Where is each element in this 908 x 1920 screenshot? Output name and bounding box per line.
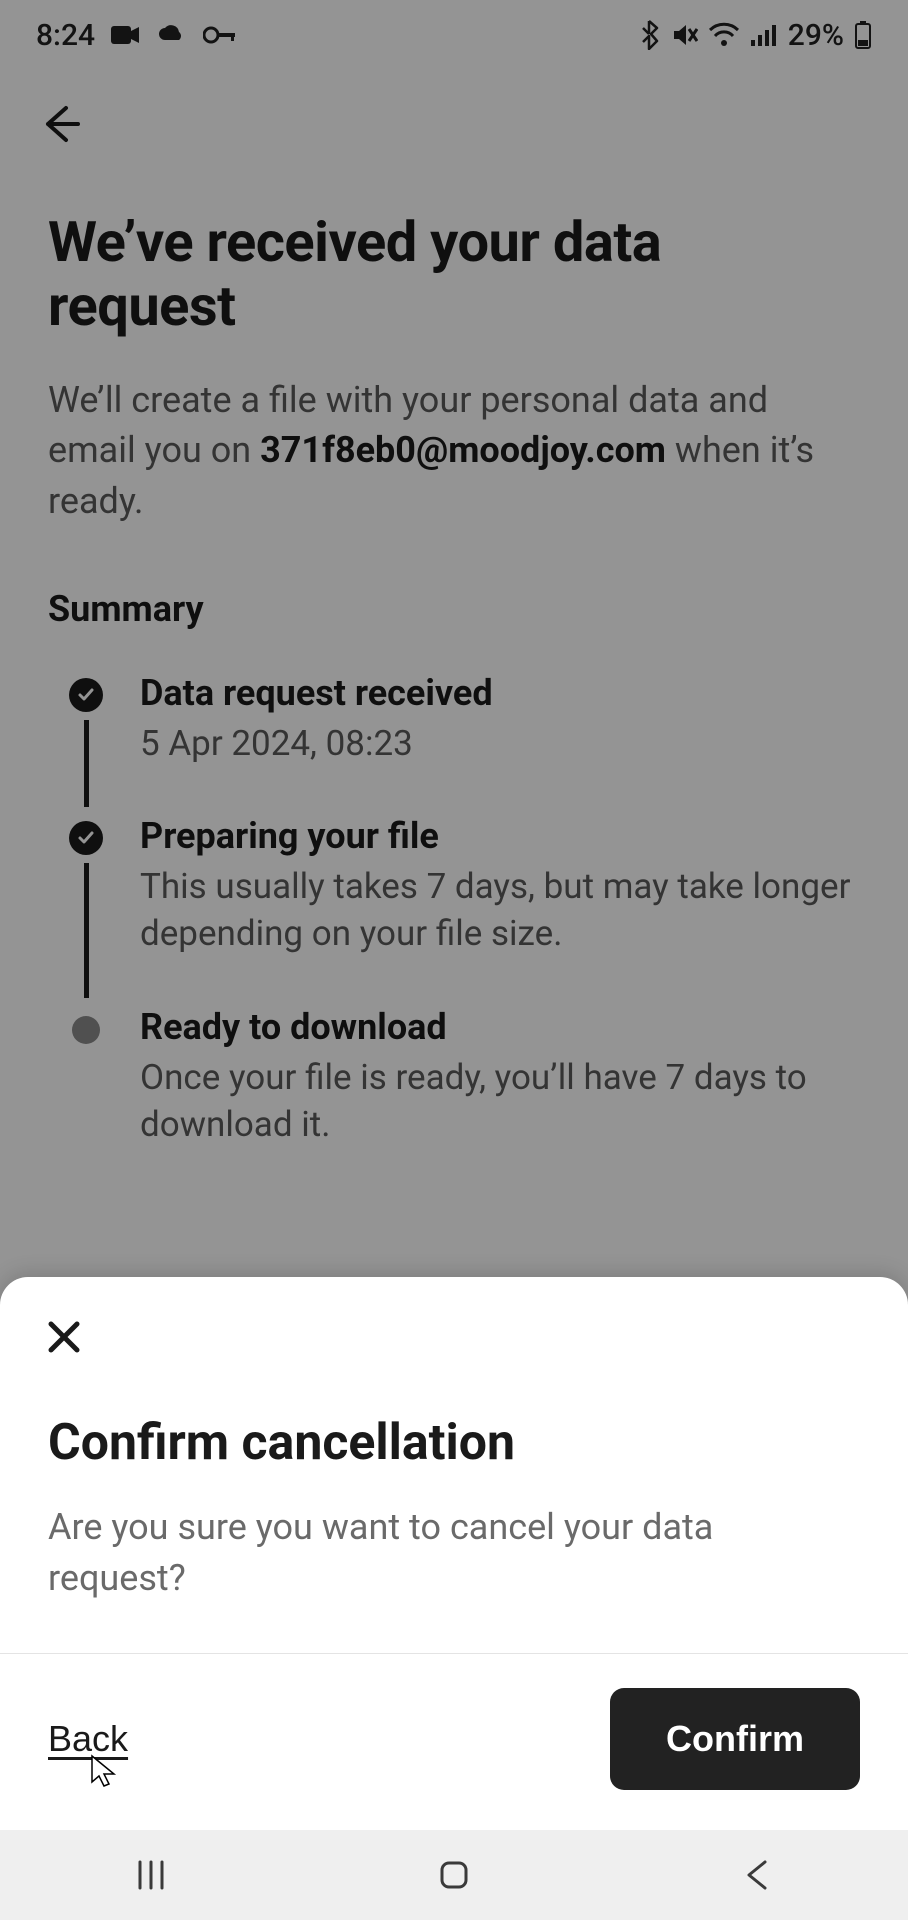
confirm-button[interactable]: Confirm xyxy=(610,1688,860,1790)
nav-back-button[interactable] xyxy=(717,1850,797,1900)
confirm-cancellation-sheet: Confirm cancellation Are you sure you wa… xyxy=(0,1277,908,1830)
nav-home-button[interactable] xyxy=(414,1850,494,1900)
sheet-text: Are you sure you want to cancel your dat… xyxy=(48,1502,860,1603)
sheet-actions: Back Confirm xyxy=(0,1653,908,1830)
close-icon[interactable] xyxy=(42,1315,86,1359)
back-button[interactable]: Back xyxy=(48,1718,128,1760)
sheet-title: Confirm cancellation xyxy=(48,1414,860,1472)
android-nav-bar xyxy=(0,1830,908,1920)
nav-recents-button[interactable] xyxy=(111,1850,191,1900)
